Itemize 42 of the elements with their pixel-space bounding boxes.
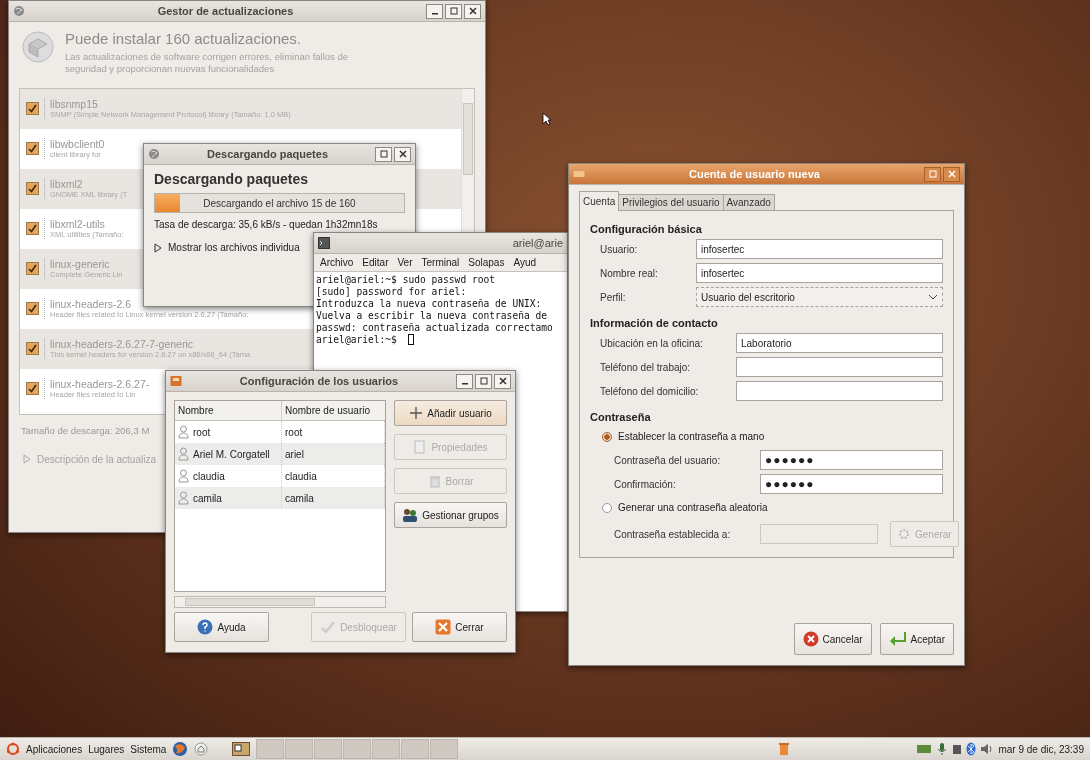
user-name: root <box>193 426 211 438</box>
field-label: Confirmación: <box>614 478 677 490</box>
terminal-line: Introduzca la nueva contraseña de UNIX: <box>316 298 542 310</box>
field-label: Contraseña establecida a: <box>614 528 732 540</box>
updates-description: Las actualizaciones de software corrigen errores, eliminan fallos de seguridad y proporcionan nuevas funcionalidades <box>65 51 350 76</box>
progress-label: Descargando el archivo 15 de 160 <box>203 197 356 209</box>
username-cell: ariel <box>282 443 385 465</box>
field-label: Nombre real: <box>600 267 659 279</box>
field-label: Teléfono del trabajo: <box>600 361 692 373</box>
package-name: linux-generic <box>50 258 111 271</box>
package-name: libsnmp15 <box>50 98 99 111</box>
package-name: linux-headers-2.6.27-7-generic <box>50 338 194 351</box>
terminal-line: Vuelva a escribir la nueva contraseña de <box>316 310 548 322</box>
user-name: claudia <box>193 470 225 482</box>
field-label: Teléfono del domicilio: <box>600 385 700 397</box>
section-heading: Contraseña <box>590 411 652 423</box>
window-title: Configuración de los usuarios <box>238 375 400 387</box>
user-name: camila <box>193 492 222 504</box>
field-label: Usuario: <box>600 243 639 255</box>
window-title: ariel@arie <box>511 237 563 249</box>
terminal-line: [sudo] password for ariel: <box>316 286 467 298</box>
window-title: Descargando paquetes <box>205 148 329 160</box>
download-size-label: Tamaño de descarga: 206,3 M <box>21 424 150 436</box>
package-name: libxml2-utils <box>50 218 106 231</box>
section-heading: Información de contacto <box>590 317 719 329</box>
package-name: linux-headers-2.6 <box>50 298 133 311</box>
download-rate-label: Tasa de descarga: 35,6 kB/s - quedan 1h32mn18s <box>154 219 379 230</box>
username-cell: camila <box>282 487 385 509</box>
package-name: libwbclient0 <box>50 138 105 151</box>
package-name: linux-headers-2.6.27- <box>50 378 150 391</box>
updates-heading: Puede instalar 160 actualizaciones. <box>65 30 302 47</box>
window-title: Cuenta de usuario nueva <box>688 168 821 180</box>
dialog-heading: Descargando paquetes <box>154 171 310 187</box>
user-name: Ariel M. Corgatell <box>193 448 270 460</box>
field-label: Perfil: <box>600 291 627 303</box>
terminal-line: ariel@ariel:~$ sudo passwd root <box>316 274 496 286</box>
field-label: Contraseña del usuario: <box>614 454 722 466</box>
field-label: Ubicación en la oficina: <box>600 337 704 349</box>
package-name: libxml2 <box>50 178 84 191</box>
section-heading: Configuración básica <box>590 223 703 235</box>
window-title: Gestor de actualizaciones <box>156 5 295 17</box>
terminal-line: ariel@ariel:~$ <box>316 334 397 346</box>
